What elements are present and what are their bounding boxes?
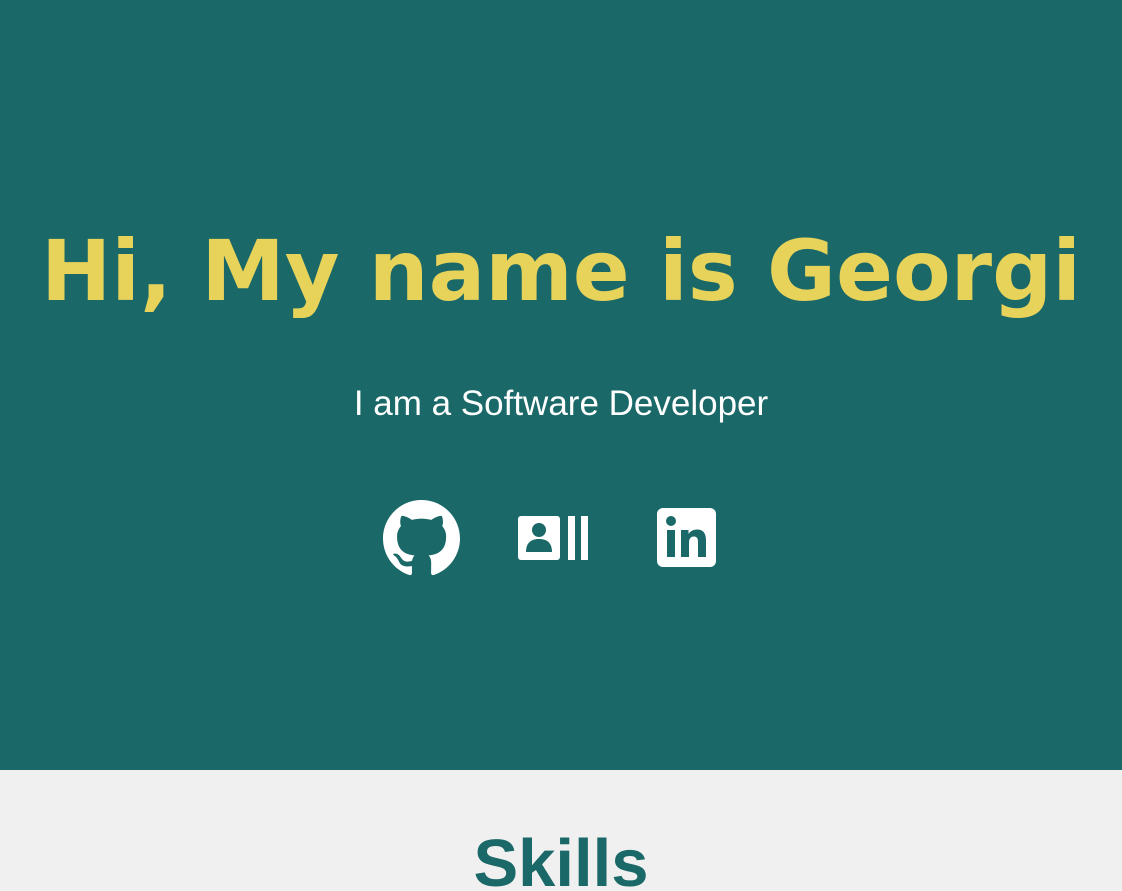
resume-link[interactable] [518,516,590,560]
hero-title: Hi, My name is Georgi [40,222,1082,320]
hero-subtitle: I am a Software Developer [353,384,769,423]
resume-card-icon [518,516,588,560]
linkedin-icon [657,508,716,567]
skills-title: Skills [473,826,649,891]
hero-section: Hi, My name is Georgi I am a Software De… [0,0,1122,770]
skills-section: Skills [0,770,1122,891]
social-links [0,500,1122,576]
github-link[interactable] [383,500,460,577]
github-icon [383,500,460,576]
linkedin-link[interactable] [657,508,716,567]
